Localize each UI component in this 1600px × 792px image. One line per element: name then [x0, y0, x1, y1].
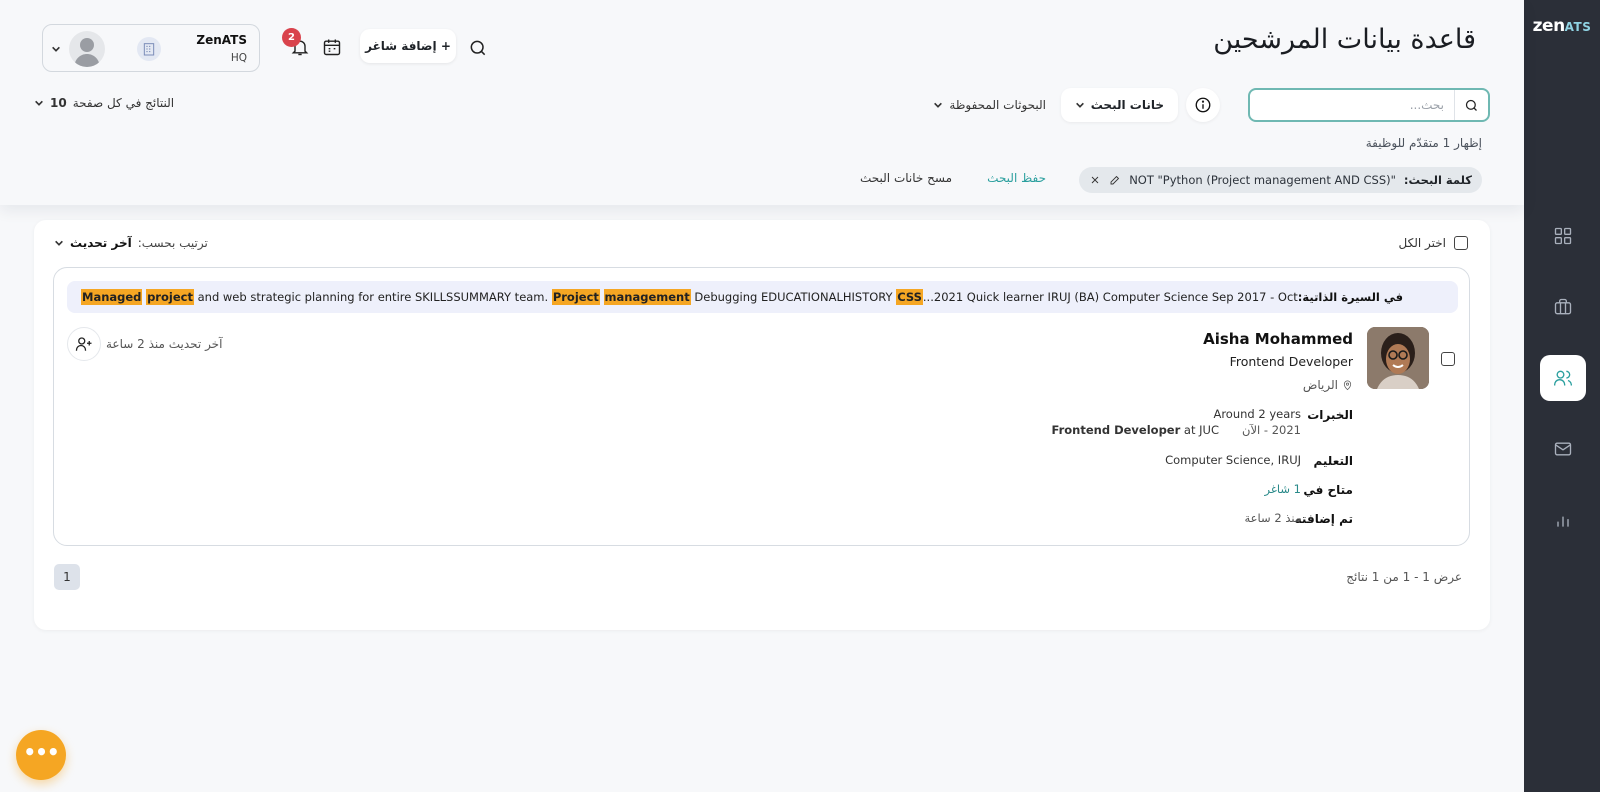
keyword-chip-label: كلمة البحث:	[1403, 173, 1472, 187]
highlighted-keyword: project	[146, 289, 194, 305]
results-count-text: إظهار 1 متقدّم للوظيفة	[1365, 136, 1482, 150]
chevron-down-icon	[1075, 102, 1084, 108]
add-job-button[interactable]: + إضافة شاغر	[360, 29, 456, 63]
education-label: التعليم	[1313, 454, 1354, 468]
zenats-logo[interactable]: zenATS	[1524, 16, 1600, 36]
calendar-icon	[323, 39, 341, 56]
edit-pencil-icon[interactable]	[1109, 174, 1121, 186]
candidate-checkbox[interactable]	[1441, 352, 1455, 366]
per-page-label: النتائج في كل صفحة	[72, 96, 175, 110]
search-fields-label: خانات البحث	[1090, 98, 1164, 112]
snippet-text: Managed project and web strategic planni…	[81, 289, 1298, 305]
organization-switcher[interactable]: ZenATS HQ	[42, 24, 260, 72]
education-value: Computer Science, IRUJ	[1165, 453, 1301, 467]
select-all-label: اختر الكل	[1398, 236, 1446, 250]
location-text: الرياض	[1302, 378, 1338, 392]
results-per-page-select[interactable]: النتائج في كل صفحة 10	[34, 96, 174, 110]
experience-duration: Around 2 years	[1213, 407, 1301, 421]
highlighted-keyword: management	[603, 289, 691, 305]
users-icon	[1554, 370, 1572, 386]
more-actions-fab[interactable]: •••	[16, 730, 66, 780]
messages-nav-item[interactable]	[1540, 426, 1586, 472]
added-value: منذ 2 ساعة	[1244, 511, 1301, 525]
snippet-fragment: Debugging EDUCATIONALHISTORY	[690, 290, 897, 304]
experience-role: Frontend Developer at JUC	[1051, 423, 1219, 437]
available-in-label: متاح في	[1303, 483, 1353, 497]
building-icon	[137, 37, 161, 61]
info-icon	[1195, 97, 1211, 113]
search-icon	[1465, 99, 1477, 111]
user-silhouette-icon	[74, 38, 100, 67]
candidate-photo[interactable]	[1367, 327, 1429, 389]
experience-label: الخبرات	[1307, 408, 1353, 422]
organization-name: ZenATS	[196, 33, 247, 47]
chevron-down-icon	[52, 46, 60, 52]
user-plus-icon	[75, 337, 92, 351]
select-all-checkbox[interactable]: اختر الكل	[1398, 236, 1468, 250]
organization-branch: HQ	[230, 52, 247, 64]
snippet-label: في السيرة الذاتية:	[1297, 290, 1403, 304]
dashboard-grid-icon	[1554, 227, 1572, 245]
search-input[interactable]	[1250, 90, 1454, 120]
available-in-jobs-link[interactable]: 1 شاغر	[1265, 482, 1301, 496]
user-avatar[interactable]	[69, 31, 105, 67]
candidate-job-title: Frontend Developer	[1229, 354, 1353, 369]
pagination-range-text: عرض 1 - 1 من 1 نتائج	[1346, 570, 1462, 584]
results-panel: اختر الكل ترتيب بحسب: آخر تحديث في السير…	[34, 220, 1490, 630]
candidate-location: الرياض	[1303, 378, 1353, 392]
mail-icon	[1554, 442, 1572, 456]
bar-chart-icon	[1557, 516, 1569, 527]
sidebar: zenATS	[1524, 0, 1600, 792]
search-fields-dropdown[interactable]: خانات البحث	[1060, 88, 1178, 122]
search-box	[1248, 88, 1490, 122]
keyword-chip-value: NOT "Python (Project management AND CSS)…	[1129, 173, 1396, 187]
notification-count-badge: 2	[282, 28, 301, 47]
keyword-filter-chip: كلمة البحث: NOT "Python (Project managem…	[1079, 167, 1482, 193]
snippet-fragment	[600, 290, 604, 304]
highlighted-keyword: Managed	[81, 289, 143, 305]
candidate-portrait-image	[1367, 327, 1429, 389]
page-title: قاعدة بيانات المرشحين	[1213, 24, 1476, 55]
search-info-button[interactable]	[1186, 88, 1220, 122]
close-icon[interactable]	[1089, 174, 1101, 186]
sort-value: آخر تحديث	[70, 236, 132, 250]
checkbox[interactable]	[1454, 236, 1468, 250]
cv-match-snippet: في السيرة الذاتية: Managed project and w…	[67, 281, 1458, 313]
global-search-button[interactable]	[468, 38, 488, 58]
pagination-page-1[interactable]: 1	[54, 564, 80, 590]
save-search-link[interactable]: حفظ البحث	[987, 171, 1046, 185]
search-icon	[470, 40, 486, 56]
search-submit-button[interactable]	[1454, 90, 1488, 120]
add-to-job-button[interactable]	[67, 327, 101, 361]
added-label: تم إضافته	[1294, 512, 1353, 526]
sort-by-dropdown[interactable]: ترتيب بحسب: آخر تحديث	[54, 236, 208, 250]
saved-searches-dropdown[interactable]: البحوثات المحفوظة	[933, 88, 1046, 122]
chevron-down-icon	[934, 102, 943, 108]
chevron-down-icon	[55, 240, 63, 246]
clear-search-fields-link[interactable]: مسح خانات البحث	[860, 171, 952, 185]
jobs-nav-item[interactable]	[1540, 284, 1586, 330]
dashboard-nav-item[interactable]	[1540, 213, 1586, 259]
snippet-fragment: and web strategic planning for entire SK…	[193, 290, 552, 304]
saved-searches-label: البحوثات المحفوظة	[949, 98, 1046, 112]
map-pin-icon	[1343, 380, 1352, 390]
last-updated-text: آخر تحديث منذ 2 ساعة	[106, 337, 223, 351]
highlighted-keyword: CSS	[896, 289, 923, 305]
highlighted-keyword: Project	[551, 289, 600, 305]
candidate-name[interactable]: Aisha Mohammed	[1203, 330, 1353, 348]
per-page-value: 10	[50, 96, 67, 110]
experience-period: 2021 - الآن	[1242, 423, 1301, 437]
snippet-fragment: ...2021 Quick learner IRUJ (BA) Computer…	[922, 290, 1298, 304]
page-header: قاعدة بيانات المرشحين خانات البحث البحوث…	[0, 0, 1524, 205]
briefcase-icon	[1554, 298, 1572, 315]
chevron-down-icon	[35, 100, 43, 106]
reports-nav-item[interactable]	[1540, 497, 1586, 543]
calendar-button[interactable]	[322, 37, 344, 59]
sort-label: ترتيب بحسب:	[137, 236, 208, 250]
more-dots-icon: •••	[23, 740, 59, 764]
candidate-card[interactable]: في السيرة الذاتية: Managed project and w…	[53, 267, 1470, 546]
candidates-nav-item[interactable]	[1540, 355, 1586, 401]
